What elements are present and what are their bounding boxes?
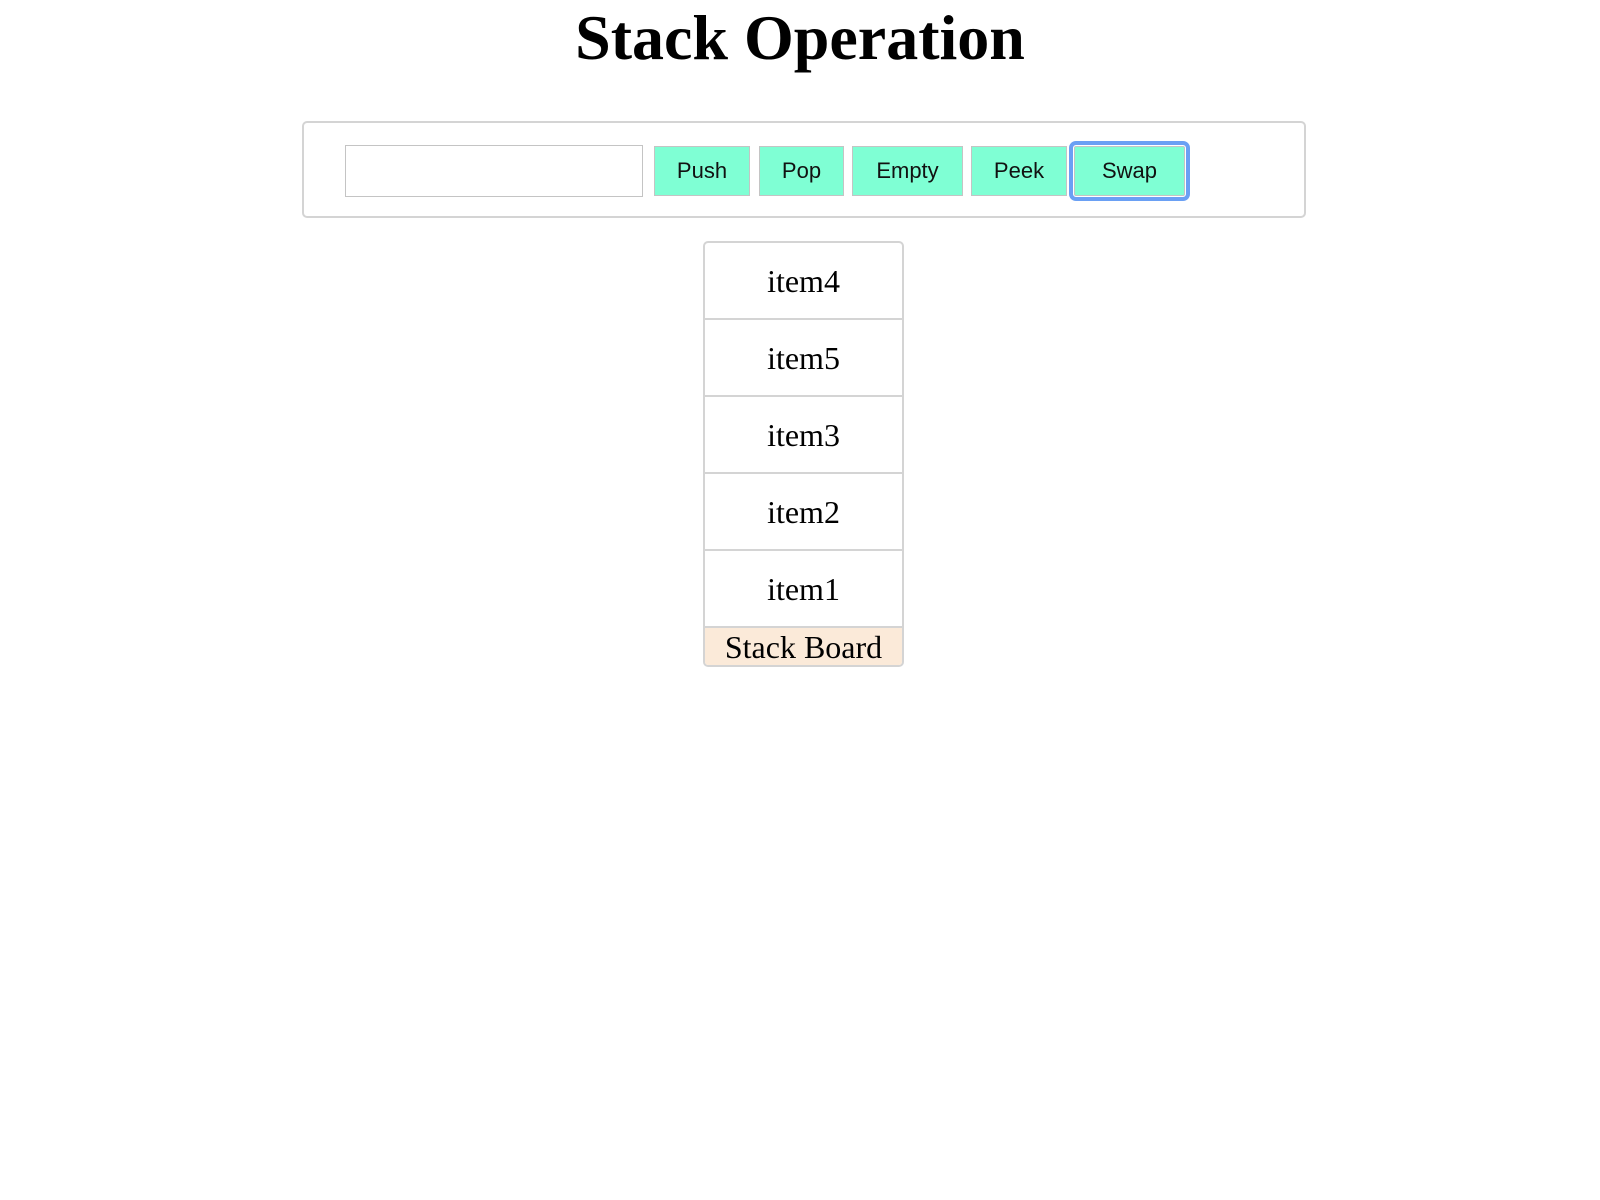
peek-button[interactable]: Peek	[971, 146, 1067, 196]
stack-board: item4 item5 item3 item2 item1 Stack Boar…	[703, 241, 904, 667]
controls-panel: Push Pop Empty Peek Swap	[302, 121, 1306, 218]
pop-button[interactable]: Pop	[759, 146, 844, 196]
push-button[interactable]: Push	[654, 146, 750, 196]
stack-item: item2	[705, 474, 902, 551]
stack-item: item1	[705, 551, 902, 628]
page-title: Stack Operation	[575, 2, 1025, 73]
stack-item: item5	[705, 320, 902, 397]
swap-button[interactable]: Swap	[1069, 141, 1190, 201]
empty-button[interactable]: Empty	[852, 146, 963, 196]
stack-board-label: Stack Board	[705, 628, 902, 665]
stack-item: item3	[705, 397, 902, 474]
stack-item: item4	[705, 243, 902, 320]
stack-value-input[interactable]	[345, 145, 643, 197]
